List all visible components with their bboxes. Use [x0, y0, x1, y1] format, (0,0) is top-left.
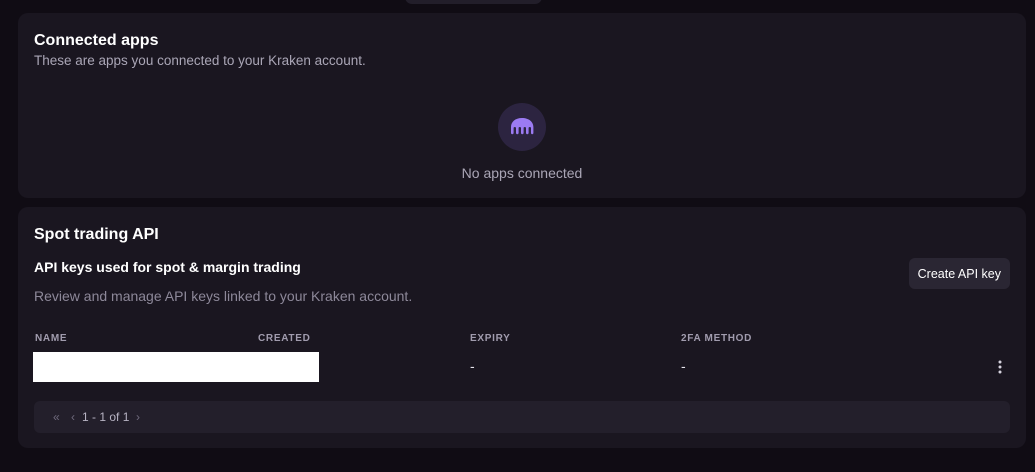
empty-state-text: No apps connected: [461, 165, 583, 181]
connected-apps-subtitle: These are apps you connected to your Kra…: [34, 53, 366, 68]
column-header-expiry: EXPIRY: [470, 333, 511, 344]
prev-page-button[interactable]: ‹: [71, 410, 75, 424]
cell-expiry: -: [470, 358, 475, 374]
column-header-created: CREATED: [258, 333, 311, 344]
first-page-button[interactable]: «: [53, 410, 60, 424]
next-page-button[interactable]: ›: [136, 410, 140, 424]
connected-apps-card: Connected apps These are apps you connec…: [18, 13, 1026, 198]
kraken-logo-icon: [511, 118, 534, 135]
pagination-bar: « ‹ 1 - 1 of 1 ›: [34, 401, 1010, 433]
connected-apps-title: Connected apps: [34, 32, 159, 49]
cell-2fa-method: -: [681, 358, 686, 374]
kebab-menu-icon[interactable]: [994, 357, 1006, 377]
column-header-name: NAME: [35, 333, 68, 344]
top-tab-edge: [405, 0, 542, 4]
spot-api-title: Spot trading API: [34, 226, 159, 243]
redacted-key-info: [33, 352, 319, 382]
kebab-menu-icon: [998, 360, 1002, 374]
column-header-2fa-method: 2FA METHOD: [681, 333, 753, 344]
api-keys-section-label: API keys used for spot & margin trading: [34, 259, 301, 275]
create-api-key-button[interactable]: Create API key: [908, 258, 1010, 289]
pagination-info: 1 - 1 of 1: [82, 410, 130, 424]
kraken-logo-icon: [498, 103, 546, 151]
spot-trading-api-card: Spot trading API API keys used for spot …: [18, 207, 1026, 448]
api-keys-description: Review and manage API keys linked to you…: [34, 288, 413, 304]
